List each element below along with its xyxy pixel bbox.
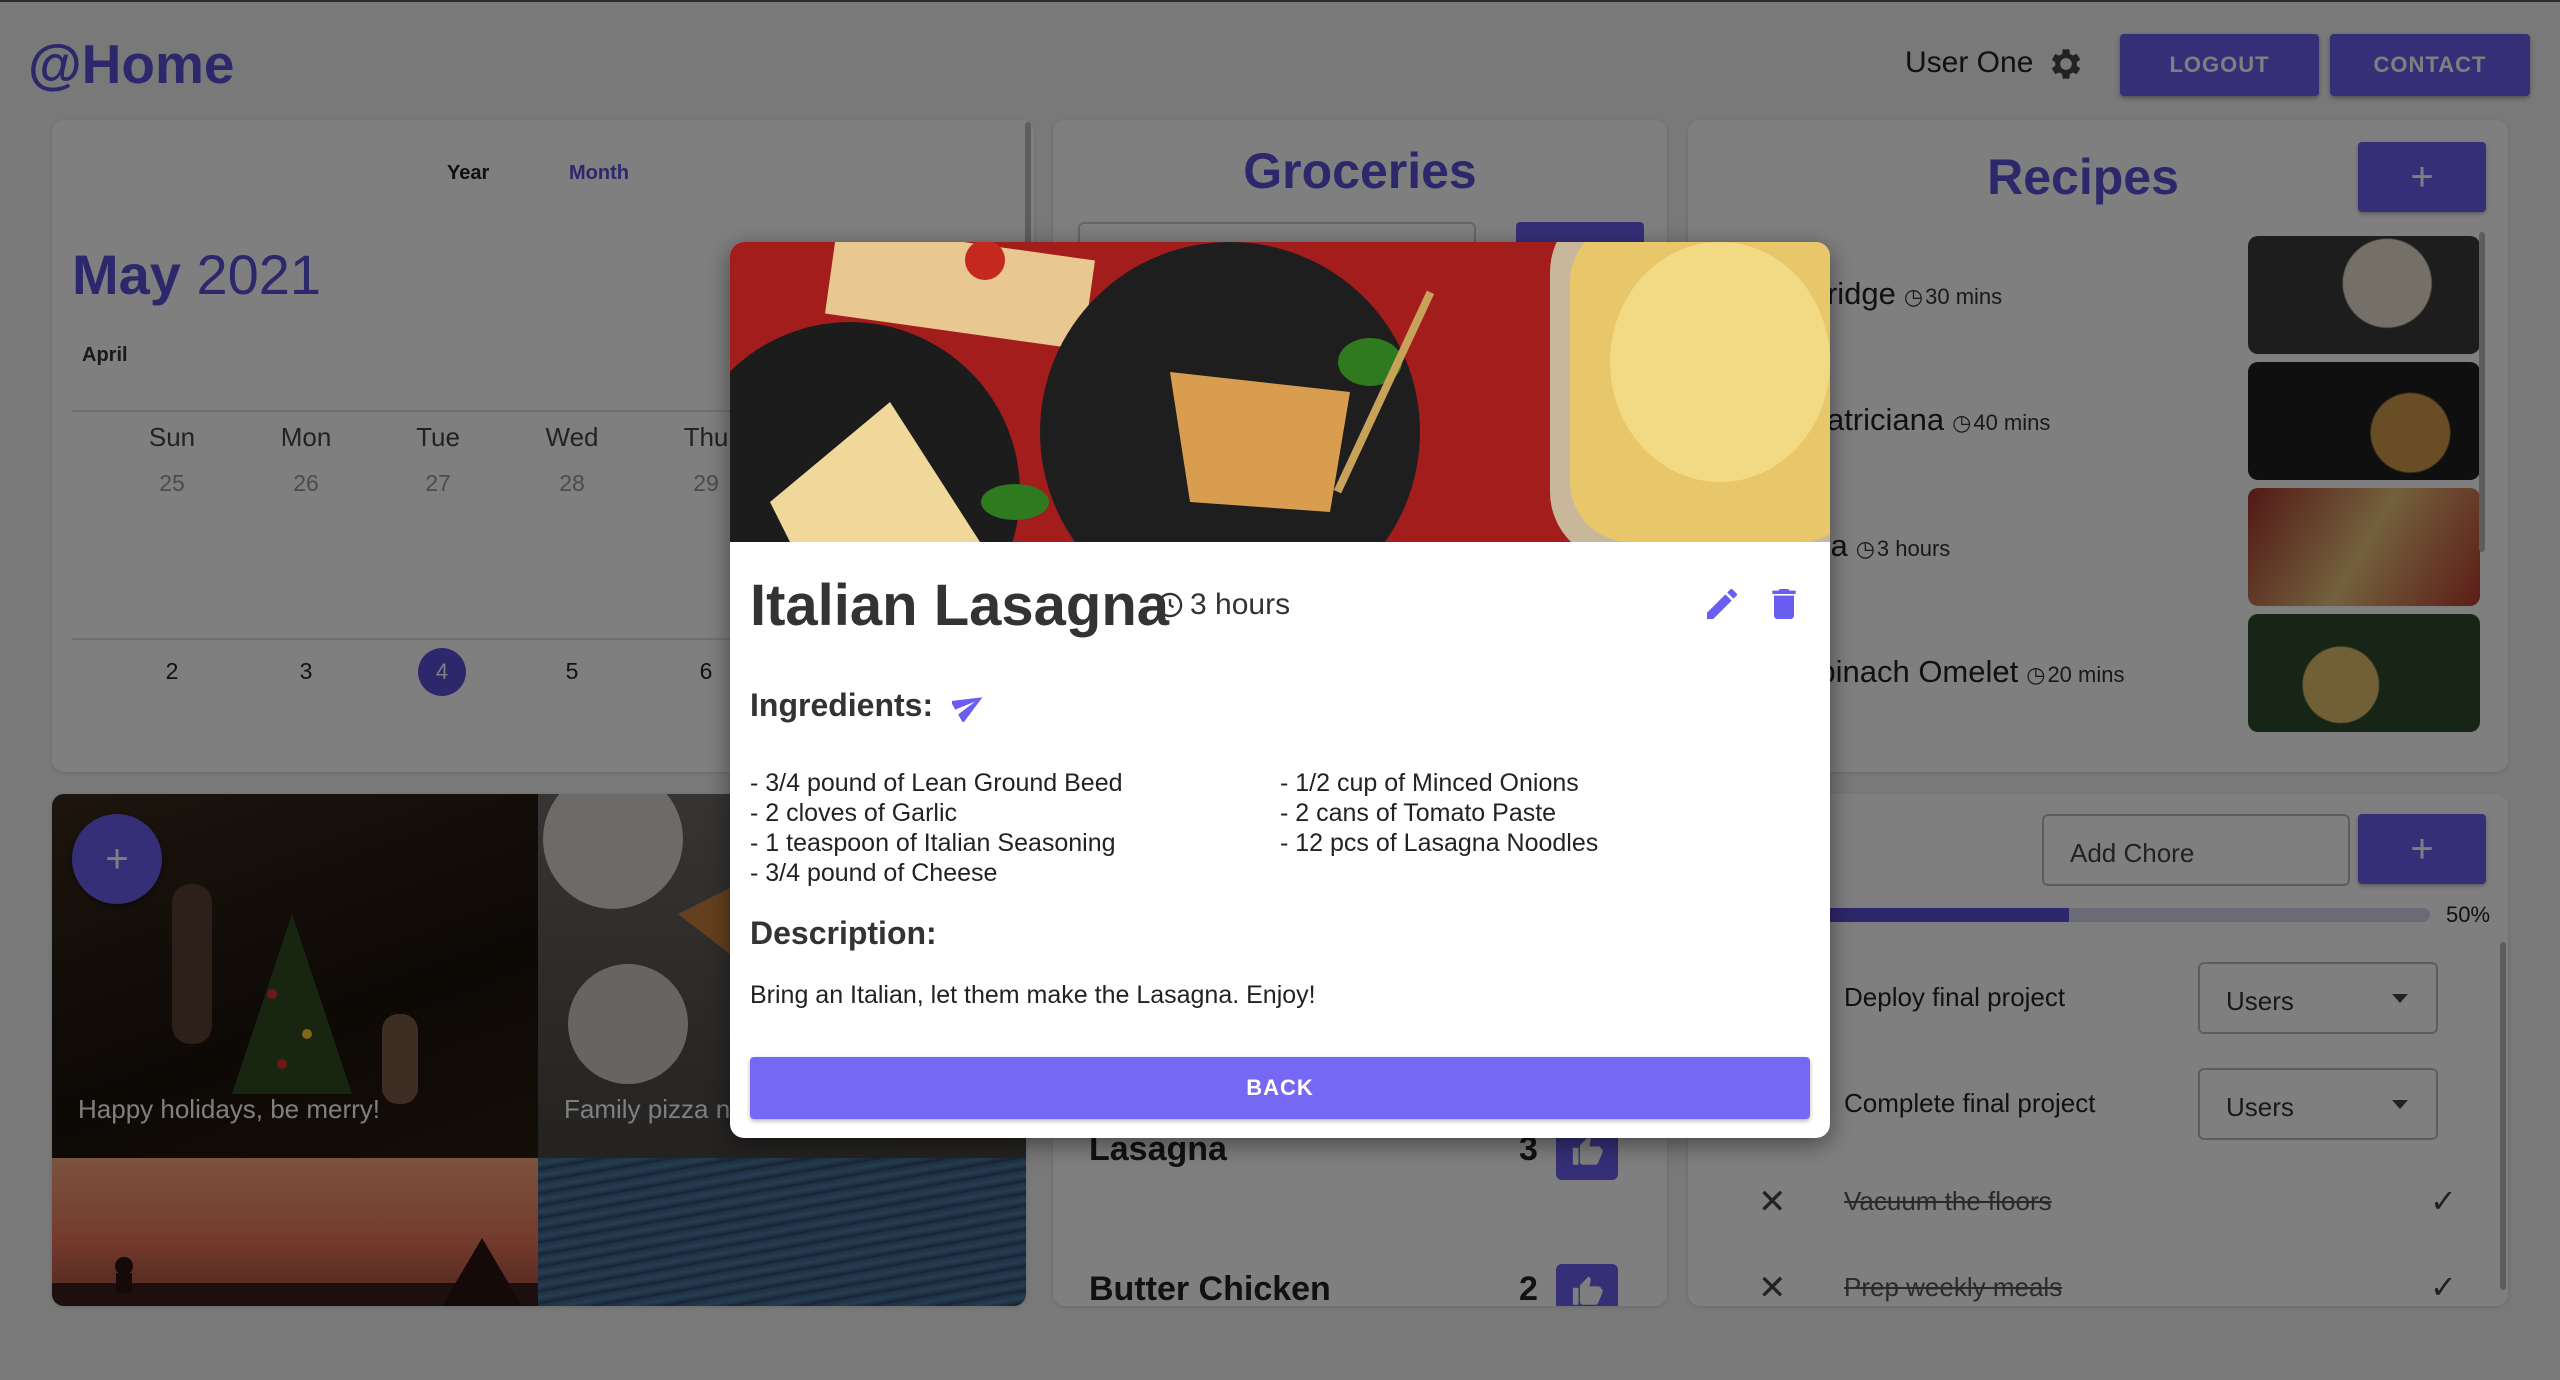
back-button[interactable]: BACK [750, 1057, 1810, 1119]
delete-icon[interactable] [1764, 584, 1804, 624]
ingredients-left-list: - 3/4 pound of Lean Ground Beed - 2 clov… [750, 768, 1123, 888]
ingredients-label: Ingredients: [750, 687, 934, 723]
ingredient-item: - 2 cloves of Garlic [750, 799, 958, 827]
ingredient-item: - 3/4 pound of Cheese [750, 859, 998, 887]
ingredient-item: - 12 pcs of Lasagna Noodles [1280, 829, 1599, 857]
ingredient-item: - 1 teaspoon of Italian Seasoning [750, 829, 1116, 857]
ingredient-item: - 3/4 pound of Lean Ground Beed [750, 769, 1123, 797]
ingredient-item: - 1/2 cup of Minced Onions [1280, 769, 1579, 797]
clock-icon [1157, 592, 1183, 618]
send-icon[interactable] [952, 688, 986, 722]
recipe-title: Italian Lasagna [750, 573, 1170, 638]
recipe-detail-modal: Italian Lasagna 3 hours Ingredients: - 3… [730, 242, 1830, 1138]
description-text: Bring an Italian, let them make the Lasa… [750, 981, 1316, 1009]
description-label: Description: [750, 915, 937, 951]
ingredients-right-list: - 1/2 cup of Minced Onions - 2 cans of T… [1280, 768, 1598, 858]
edit-icon[interactable] [1702, 584, 1742, 624]
recipe-hero-image [730, 242, 1830, 542]
recipe-time: 3 hours [1156, 588, 1290, 622]
ingredient-item: - 2 cans of Tomato Paste [1280, 799, 1557, 827]
